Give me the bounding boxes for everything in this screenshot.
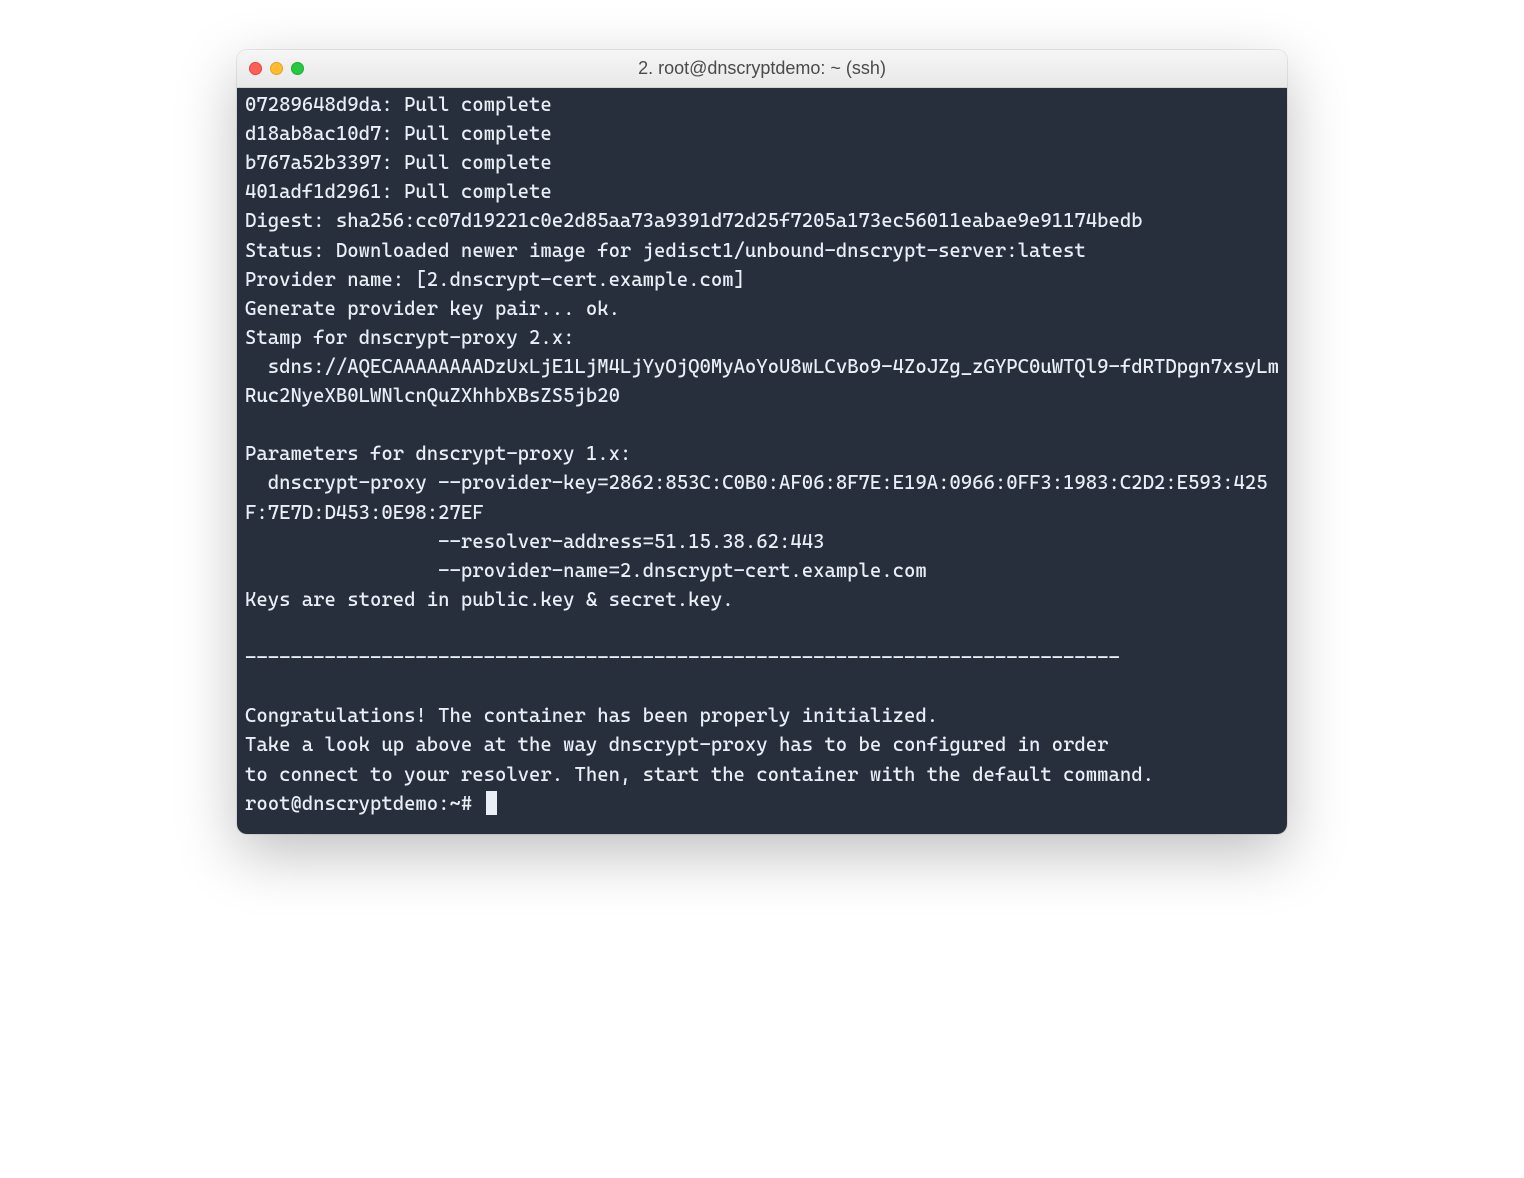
close-icon[interactable] bbox=[249, 62, 262, 75]
minimize-icon[interactable] bbox=[270, 62, 283, 75]
cursor-icon bbox=[486, 791, 497, 815]
terminal-window: 2. root@dnscryptdemo: ~ (ssh) 07289648d9… bbox=[237, 50, 1287, 834]
shell-prompt: root@dnscryptdemo:~# bbox=[245, 792, 484, 815]
window-title: 2. root@dnscryptdemo: ~ (ssh) bbox=[237, 58, 1287, 79]
traffic-lights bbox=[249, 62, 304, 75]
titlebar[interactable]: 2. root@dnscryptdemo: ~ (ssh) bbox=[237, 50, 1287, 88]
zoom-icon[interactable] bbox=[291, 62, 304, 75]
terminal-body[interactable]: 07289648d9da: Pull complete d18ab8ac10d7… bbox=[237, 88, 1287, 834]
terminal-output: 07289648d9da: Pull complete d18ab8ac10d7… bbox=[245, 93, 1279, 786]
